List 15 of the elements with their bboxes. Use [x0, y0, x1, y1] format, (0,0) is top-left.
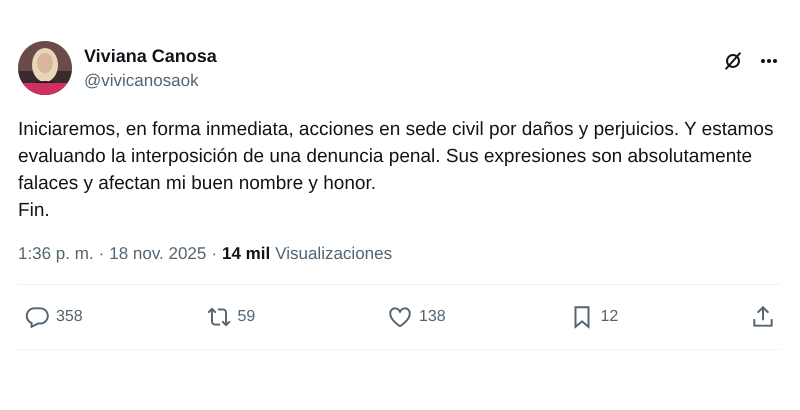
tweet-time[interactable]: 1:36 p. m. — [18, 244, 94, 264]
reply-button[interactable]: 358 — [24, 304, 174, 330]
author-name[interactable]: Viviana Canosa — [84, 46, 710, 66]
tweet-date[interactable]: 18 nov. 2025 — [109, 244, 206, 264]
separator-dot: · — [211, 244, 217, 264]
views-count: 14 mil — [222, 244, 270, 264]
like-button[interactable]: 138 — [387, 304, 537, 330]
author-handle[interactable]: @vivicanosaok — [84, 70, 710, 90]
bookmark-button[interactable]: 12 — [568, 304, 718, 330]
separator-dot: · — [98, 244, 104, 264]
tweet-text: Fin. — [18, 199, 51, 223]
views-label: Visualizaciones — [275, 244, 392, 264]
more-icon[interactable] — [760, 58, 778, 64]
repost-button[interactable]: 59 — [206, 304, 356, 330]
tweet-text: Iniciaremos, en forma inmediata, acciones en sede civil por daños y perjuicios. Y estamos evaluando la interposición de una denuncia penal. Sus expresiones son absolutamente falaces y afectan mi buen nombre y honor. — [18, 118, 774, 196]
